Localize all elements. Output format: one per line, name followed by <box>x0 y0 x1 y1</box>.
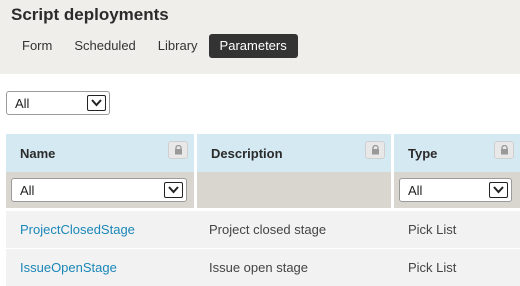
chevron-down-icon[interactable] <box>87 95 106 111</box>
table-row: ProjectClosedStage Project closed stage … <box>6 211 520 248</box>
column-header-type: Type <box>394 134 520 172</box>
parameter-description: Project closed stage <box>209 222 327 237</box>
page-title: Script deployments <box>11 5 169 24</box>
table-row: IssueOpenStage Issue open stage Pick Lis… <box>6 249 520 286</box>
filter-cell-description <box>197 172 391 208</box>
parameter-name-link[interactable]: ProjectClosedStage <box>20 222 135 237</box>
type-filter-select[interactable]: All <box>399 178 512 202</box>
tab-bar: Form Scheduled Library Parameters <box>11 34 298 58</box>
parameter-name-link[interactable]: IssueOpenStage <box>20 260 117 275</box>
lock-icon[interactable] <box>168 141 188 159</box>
column-header-label: Type <box>408 146 438 161</box>
name-filter-value: All <box>20 183 35 198</box>
name-filter-select[interactable]: All <box>11 178 187 202</box>
tab-scheduled[interactable]: Scheduled <box>63 34 146 58</box>
page-header: Script deployments Form Scheduled Librar… <box>0 0 520 74</box>
filter-cell-name: All <box>6 172 194 208</box>
column-header-label: Name <box>20 146 56 161</box>
column-header-name: Name <box>6 134 194 172</box>
parameter-type: Pick List <box>408 222 457 237</box>
chevron-down-icon[interactable] <box>164 182 183 198</box>
filter-cell-type: All <box>394 172 520 208</box>
type-filter-value: All <box>408 183 423 198</box>
lock-icon[interactable] <box>365 141 385 159</box>
top-filter-value: All <box>15 96 30 111</box>
tab-form[interactable]: Form <box>11 34 63 58</box>
parameter-description: Issue open stage <box>209 260 309 275</box>
column-header-description: Description <box>197 134 391 172</box>
tab-parameters[interactable]: Parameters <box>208 34 298 58</box>
tab-library[interactable]: Library <box>147 34 209 58</box>
parameter-type: Pick List <box>408 260 457 275</box>
column-header-label: Description <box>211 146 283 161</box>
top-filter-select[interactable]: All <box>6 91 110 115</box>
lock-icon[interactable] <box>494 141 514 159</box>
chevron-down-icon[interactable] <box>489 182 508 198</box>
